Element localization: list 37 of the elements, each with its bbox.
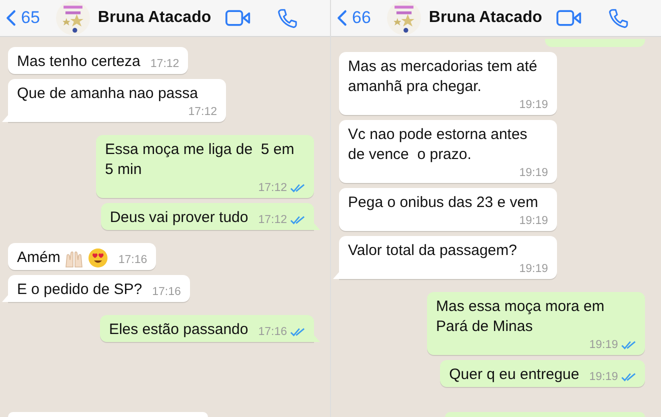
message-text: Amém xyxy=(17,248,60,268)
message-time: 19:19 xyxy=(589,338,618,353)
message-text: Mas tenho certeza xyxy=(17,52,140,72)
back-button[interactable]: 65 xyxy=(6,8,40,28)
contact-name: Bruna Atacado xyxy=(428,9,542,27)
video-call-icon[interactable] xyxy=(556,9,582,27)
contact-name: Bruna Atacado xyxy=(98,9,212,27)
message-text: E o pedido de SP? xyxy=(17,280,142,300)
message-text: Valor total da passagem? xyxy=(348,241,518,261)
message-time: 17:16 xyxy=(152,285,181,300)
message-time: 17:16 xyxy=(258,325,287,340)
message-text: Pega o onibus das 23 e vem xyxy=(348,193,540,213)
message-text: Que de amanha nao passa xyxy=(17,84,199,104)
heart-eyes-emoji-icon xyxy=(88,248,108,268)
message-text: Essa moça me liga de 5 em 5 min xyxy=(105,140,296,180)
back-chevron-icon xyxy=(337,9,347,27)
message-time: 19:19 xyxy=(589,370,618,385)
video-call-icon[interactable] xyxy=(225,9,252,27)
message-text: Mas essa moça mora em Pará de Minas xyxy=(436,297,606,337)
phone-icon[interactable] xyxy=(608,8,630,28)
message-time: 17:12 xyxy=(150,57,180,72)
message-text: Mas as mercadorias tem até amanhã pra chegar. xyxy=(348,57,538,97)
message-time: 19:19 xyxy=(519,98,548,113)
message-time: 19:19 xyxy=(519,214,548,229)
message-text: Vc nao pode estorna antes de vence o prazo. xyxy=(348,125,528,165)
message-time: 17:12 xyxy=(188,105,217,120)
phone-icon[interactable] xyxy=(277,8,298,28)
message-time: 19:19 xyxy=(519,262,548,277)
message-time: 17:12 xyxy=(258,213,287,228)
message-text: Deus vai prover tudo xyxy=(110,208,248,228)
message-time: 17:12 xyxy=(258,181,287,196)
back-chevron-icon xyxy=(6,9,16,27)
message-text: Quer q eu entregue xyxy=(449,365,580,385)
message-text: Eles estão passando xyxy=(108,320,248,340)
message-time: 19:19 xyxy=(519,166,548,181)
message-time: 17:16 xyxy=(118,253,148,268)
back-button[interactable]: 66 xyxy=(337,8,371,28)
